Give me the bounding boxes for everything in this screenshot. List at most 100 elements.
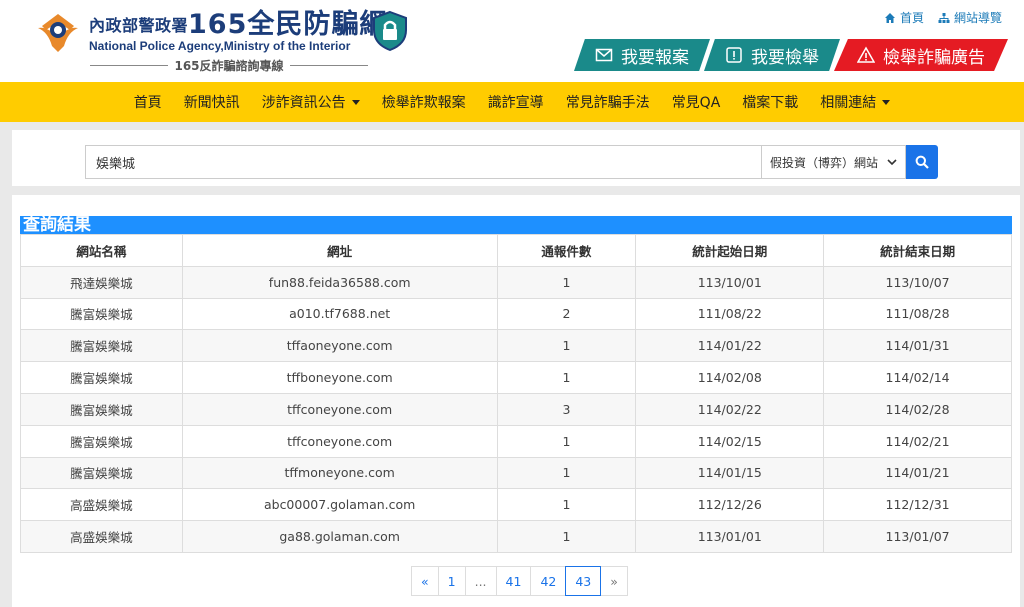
report-button-label: 我要報案 xyxy=(621,47,689,68)
nav-awareness[interactable]: 識詐宣導 xyxy=(477,82,555,122)
nav-downloads[interactable]: 檔案下載 xyxy=(731,82,809,122)
agency-name-cn: 內政部警政署 xyxy=(89,16,189,35)
start-date-cell: 112/12/26 xyxy=(635,488,825,522)
report-fraud-ad-button[interactable]: 檢舉詐騙廣告 xyxy=(834,39,1008,71)
pagination-page[interactable]: 1 xyxy=(437,566,466,596)
shield-lock-icon xyxy=(373,10,407,52)
home-icon xyxy=(884,12,895,23)
nav-home[interactable]: 首頁 xyxy=(123,82,173,122)
nav-news[interactable]: 新聞快訊 xyxy=(173,82,251,122)
column-header: 網站名稱 xyxy=(20,234,183,267)
column-header: 通報件數 xyxy=(496,234,637,267)
start-date-cell: 114/01/22 xyxy=(635,329,825,363)
url-cell: ga88.golaman.com xyxy=(181,520,498,553)
search-input[interactable] xyxy=(85,145,761,179)
end-date-cell: 112/12/31 xyxy=(823,488,1012,522)
divider xyxy=(90,65,169,66)
report-count-cell: 1 xyxy=(496,361,637,394)
category-select-value: 假投資（博弈）網站 xyxy=(770,155,879,170)
top-link-sitemap[interactable]: 網站導覽 xyxy=(938,9,1002,26)
pagination-page-current[interactable]: 43 xyxy=(565,566,602,596)
pagination: « 1 ... 41 42 43 » xyxy=(411,566,628,596)
nav-label: 相關連結 xyxy=(820,95,877,111)
start-date-cell: 111/08/22 xyxy=(635,297,825,331)
top-links: 首頁 網站導覽 xyxy=(884,9,1002,26)
report-count-cell: 1 xyxy=(496,488,637,522)
pagination-page[interactable]: 42 xyxy=(530,566,567,596)
tipoff-button[interactable]: 我要檢舉 xyxy=(704,39,840,71)
top-link-home[interactable]: 首頁 xyxy=(884,9,924,26)
pagination-prev[interactable]: « xyxy=(411,566,439,596)
caret-down-icon xyxy=(351,99,360,105)
table-row: 騰富娛樂城 a010.tf7688.net 2 111/08/22 111/08/28 xyxy=(20,297,1012,331)
end-date-cell: 114/01/21 xyxy=(823,456,1012,490)
nav-label: 首頁 xyxy=(133,95,162,111)
table-row: 騰富娛樂城 tffconeyone.com 1 114/02/15 114/02/21 xyxy=(20,424,1012,458)
report-button[interactable]: 我要報案 xyxy=(574,39,710,71)
top-link-sitemap-label: 網站導覽 xyxy=(953,11,1002,25)
site-name-cell: 高盛娛樂城 xyxy=(20,488,183,522)
hotline-text: 165反詐騙諮詢專線 xyxy=(174,59,284,73)
report-count-cell: 1 xyxy=(496,329,637,363)
agency-name-en: National Police Agency,Ministry of the I… xyxy=(89,39,351,53)
nav-label: 新聞快訊 xyxy=(183,95,240,111)
warning-icon xyxy=(857,46,875,63)
url-cell: tffmoneyone.com xyxy=(181,456,498,490)
pagination-page[interactable]: 41 xyxy=(495,566,532,596)
search-panel: 假投資（博弈）網站 xyxy=(12,130,1020,186)
report-count-cell: 1 xyxy=(496,424,637,458)
url-cell: abc00007.golaman.com xyxy=(181,488,498,522)
report-count-cell: 2 xyxy=(496,297,637,331)
table-row: 騰富娛樂城 tffaoneyone.com 1 114/01/22 114/01/31 xyxy=(20,329,1012,363)
nav-common-scams[interactable]: 常見詐騙手法 xyxy=(555,82,661,122)
end-date-cell: 114/02/28 xyxy=(823,392,1012,426)
site-brand[interactable]: 165全民防騙網 xyxy=(188,2,387,41)
end-date-cell: 111/08/28 xyxy=(823,297,1012,331)
table-row: 騰富娛樂城 tffboneyone.com 1 114/02/08 114/02/14 xyxy=(20,361,1012,394)
nav-label: 涉詐資訊公告 xyxy=(261,95,346,111)
nav-label: 檔案下載 xyxy=(742,95,799,111)
end-date-cell: 114/02/14 xyxy=(823,361,1012,394)
nav-label: 檢舉詐欺報案 xyxy=(381,95,466,111)
tipoff-button-label: 我要檢舉 xyxy=(751,47,819,68)
site-name-cell: 騰富娛樂城 xyxy=(20,329,183,363)
start-date-cell: 114/02/15 xyxy=(635,424,825,458)
search-button[interactable] xyxy=(906,145,938,179)
report-fraud-ad-label: 檢舉詐騙廣告 xyxy=(883,47,985,68)
start-date-cell: 114/02/08 xyxy=(635,361,825,394)
end-date-cell: 113/01/07 xyxy=(823,520,1012,553)
nav-related-links[interactable]: 相關連結 xyxy=(809,82,901,122)
table-row: 高盛娛樂城 abc00007.golaman.com 1 112/12/26 112/1… xyxy=(20,488,1012,522)
site-name-cell: 騰富娛樂城 xyxy=(20,392,183,426)
main-nav: 首頁 新聞快訊 涉詐資訊公告 檢舉詐欺報案 識詐宣導 常見詐騙手法 常見QA 檔… xyxy=(0,82,1024,122)
table-header-row: 網站名稱 網址 通報件數 統計起始日期 統計結束日期 xyxy=(20,234,1012,267)
search-icon xyxy=(915,155,929,169)
nav-label: 識詐宣導 xyxy=(487,95,544,111)
report-count-cell: 1 xyxy=(496,520,637,553)
category-select[interactable]: 假投資（博弈）網站 xyxy=(761,145,906,179)
start-date-cell: 114/01/15 xyxy=(635,456,825,490)
column-header: 統計結束日期 xyxy=(823,234,1012,267)
site-header: 內政部警政署 165全民防騙網 National Police Agency,M… xyxy=(0,0,1024,82)
pagination-next[interactable]: » xyxy=(600,566,628,596)
url-cell: tffconeyone.com xyxy=(181,392,498,426)
site-name-cell: 騰富娛樂城 xyxy=(20,361,183,394)
site-name-cell: 騰富娛樂城 xyxy=(20,297,183,331)
table-row: 高盛娛樂城 ga88.golaman.com 1 113/01/01 113/01/07 xyxy=(20,520,1012,553)
column-header: 網址 xyxy=(181,234,498,267)
police-emblem-icon[interactable] xyxy=(34,8,82,56)
nav-report-fraud[interactable]: 檢舉詐欺報案 xyxy=(371,82,477,122)
exclamation-box-icon xyxy=(726,47,742,63)
top-link-home-label: 首頁 xyxy=(899,11,924,25)
nav-label: 常見詐騙手法 xyxy=(565,95,650,111)
url-cell: tffaoneyone.com xyxy=(181,329,498,363)
hotline-banner: 165反詐騙諮詢專線 xyxy=(90,57,368,74)
nav-fraud-info[interactable]: 涉詐資訊公告 xyxy=(251,82,371,122)
site-name-cell: 騰富娛樂城 xyxy=(20,456,183,490)
results-body: 飛達娛樂城 fun88.feida36588.com 1 113/10/01 113/1… xyxy=(20,265,1012,553)
nav-label: 常見QA xyxy=(671,95,721,111)
nav-faq[interactable]: 常見QA xyxy=(661,82,732,122)
report-count-cell: 1 xyxy=(496,265,637,299)
url-cell: tffboneyone.com xyxy=(181,361,498,394)
start-date-cell: 113/10/01 xyxy=(635,265,825,299)
